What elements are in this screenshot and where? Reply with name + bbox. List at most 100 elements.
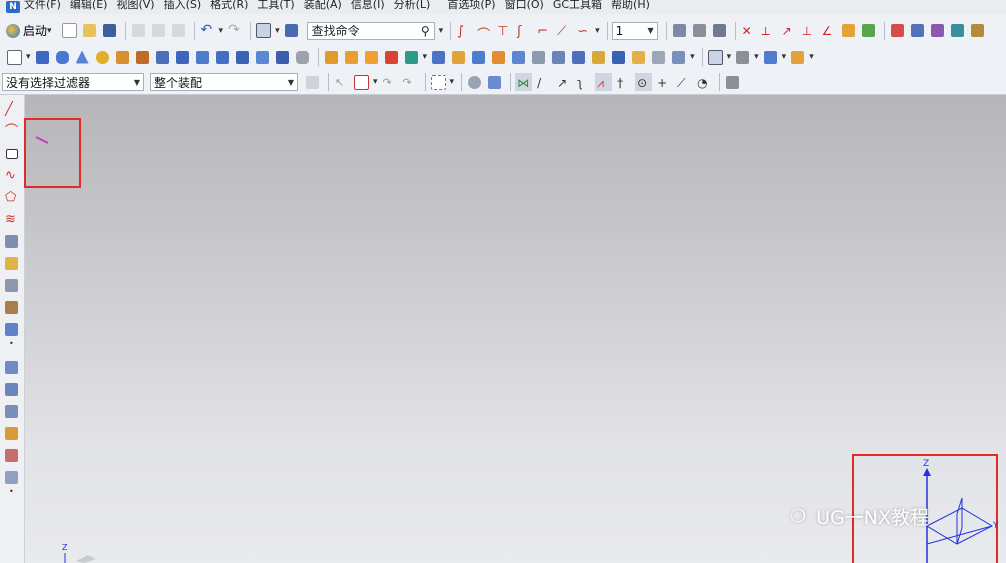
feature-tool-button[interactable] <box>969 22 986 40</box>
feature-tool-button[interactable] <box>590 48 607 66</box>
menu-help[interactable]: 帮助(H) <box>611 0 650 11</box>
menu-edit[interactable]: 编辑(E) <box>70 0 108 11</box>
feature-tool-button[interactable] <box>670 48 687 66</box>
more-icon[interactable]: • <box>9 339 14 348</box>
feature-tool-button[interactable] <box>254 48 271 66</box>
feature-tool-button[interactable] <box>403 48 420 66</box>
sidebar-arc-button[interactable]: ⌒ <box>3 123 20 140</box>
feature-tool-button[interactable] <box>323 48 340 66</box>
snap-tool-button[interactable]: ◔ <box>695 73 712 91</box>
cone-button[interactable] <box>74 48 91 66</box>
sidebar-surface-button[interactable] <box>3 359 20 376</box>
sidebar-tool-button[interactable]: ⬠ <box>3 189 20 206</box>
work-layer-select[interactable]: 1 ▼ <box>611 21 658 40</box>
feature-tool-button[interactable] <box>194 48 211 66</box>
feature-tool-button[interactable] <box>550 48 567 66</box>
command-search-input[interactable]: 查找命令 ⚲ <box>306 21 435 40</box>
feature-tool-button[interactable] <box>274 48 291 66</box>
curve-tool-button[interactable]: ∫ <box>455 22 472 40</box>
sketch-button[interactable] <box>6 48 23 66</box>
menu-format[interactable]: 格式(R) <box>210 0 248 11</box>
snap-tool-button[interactable]: ⩘ <box>595 73 613 91</box>
feature-tool-button[interactable] <box>154 48 171 66</box>
chevron-down-icon[interactable]: ▾ <box>690 52 695 62</box>
sketch-tool-button[interactable]: ↗ <box>780 22 797 40</box>
chevron-down-icon[interactable]: ▾ <box>373 77 378 87</box>
snap-tool-button[interactable]: / <box>535 73 552 91</box>
menu-assembly[interactable]: 装配(A) <box>304 0 342 11</box>
start-button[interactable]: 启动 ▾ <box>6 22 55 39</box>
layer-visibility-button[interactable] <box>691 22 708 40</box>
feature-tool-button[interactable] <box>949 22 966 40</box>
menu-insert[interactable]: 插入(S) <box>164 0 202 11</box>
open-file-button[interactable] <box>81 22 98 40</box>
sidebar-surface-button[interactable] <box>3 381 20 398</box>
feature-tool-button[interactable] <box>909 22 926 40</box>
chevron-down-icon[interactable]: ▾ <box>439 26 444 36</box>
sidebar-surface-button[interactable] <box>3 403 20 420</box>
feature-tool-button[interactable] <box>214 48 231 66</box>
select-tool-button[interactable]: ↷ <box>401 73 418 91</box>
sidebar-surface-button[interactable] <box>3 469 20 486</box>
cut-button[interactable] <box>130 22 147 40</box>
sketch-tool-button[interactable]: ⟂ <box>760 22 777 40</box>
sidebar-spline-button[interactable]: ∿ <box>3 167 20 184</box>
feature-tool-button[interactable] <box>510 48 527 66</box>
undo-button[interactable]: ↶ <box>199 22 216 40</box>
select-tool-button[interactable] <box>353 73 370 91</box>
feature-tool-button[interactable] <box>174 48 191 66</box>
view-layout-button[interactable] <box>707 48 724 66</box>
window-layout-button[interactable] <box>255 22 272 40</box>
sketch-tool-button[interactable]: ⊥ <box>800 22 817 40</box>
feature-tool-button[interactable] <box>343 48 360 66</box>
select-tool-button[interactable]: ↖ <box>333 73 350 91</box>
sidebar-tool-button[interactable] <box>3 321 20 338</box>
sidebar-tool-button[interactable] <box>3 255 20 272</box>
curve-tool-button[interactable]: ⟋ <box>555 22 572 40</box>
feature-tool-button[interactable] <box>490 48 507 66</box>
copy-button[interactable] <box>150 22 167 40</box>
command-finder-button[interactable] <box>283 22 300 40</box>
menu-file[interactable]: 文件(F) <box>24 0 61 11</box>
chevron-down-icon[interactable]: ▾ <box>754 52 759 62</box>
orient-view-button[interactable] <box>762 48 779 66</box>
sidebar-rectangle-button[interactable] <box>3 145 20 162</box>
menu-view[interactable]: 视图(V) <box>116 0 154 11</box>
sketch-tool-button[interactable] <box>840 22 857 40</box>
feature-tool-button[interactable] <box>650 48 667 66</box>
cylinder-button[interactable] <box>54 48 71 66</box>
save-button[interactable] <box>101 22 118 40</box>
feature-tool-button[interactable] <box>789 48 806 66</box>
curve-tool-button[interactable]: ⊤ <box>495 22 512 40</box>
feature-tool-button[interactable] <box>363 48 380 66</box>
curve-tool-button[interactable]: ∽ <box>575 22 592 40</box>
sphere-button[interactable] <box>94 48 111 66</box>
sketch-tool-button[interactable]: ✕ <box>740 22 757 40</box>
chevron-down-icon[interactable]: ▾ <box>219 26 224 36</box>
snap-tool-button[interactable]: † <box>615 73 632 91</box>
feature-tool-button[interactable] <box>234 48 251 66</box>
sidebar-tool-button[interactable] <box>3 299 20 316</box>
feature-tool-button[interactable] <box>929 22 946 40</box>
new-file-button[interactable] <box>61 22 78 40</box>
type-filter-select[interactable]: 没有选择过滤器 ▼ <box>2 73 144 91</box>
feature-tool-button[interactable] <box>530 48 547 66</box>
snap-tool-button[interactable]: ⊙ <box>635 73 653 91</box>
sidebar-tool-button[interactable] <box>3 233 20 250</box>
feature-tool-button[interactable] <box>889 22 906 40</box>
sidebar-tool-button[interactable] <box>3 277 20 294</box>
filter-button[interactable] <box>304 73 321 91</box>
select-box-button[interactable] <box>430 73 447 91</box>
chevron-down-icon[interactable]: ▾ <box>275 26 280 36</box>
menu-tools[interactable]: 工具(T) <box>257 0 294 11</box>
sidebar-line-button[interactable]: ╱ <box>3 101 20 118</box>
sketch-tool-button[interactable] <box>860 22 877 40</box>
feature-tool-button[interactable] <box>383 48 400 66</box>
chevron-down-icon[interactable]: ▾ <box>809 52 814 62</box>
curve-tool-button[interactable]: ⌒ <box>475 22 492 43</box>
feature-tool-button[interactable] <box>430 48 447 66</box>
snap-tool-button[interactable] <box>486 73 503 91</box>
feature-tool-button[interactable] <box>470 48 487 66</box>
snap-tool-button[interactable]: + <box>655 73 672 91</box>
feature-tool-button[interactable] <box>450 48 467 66</box>
